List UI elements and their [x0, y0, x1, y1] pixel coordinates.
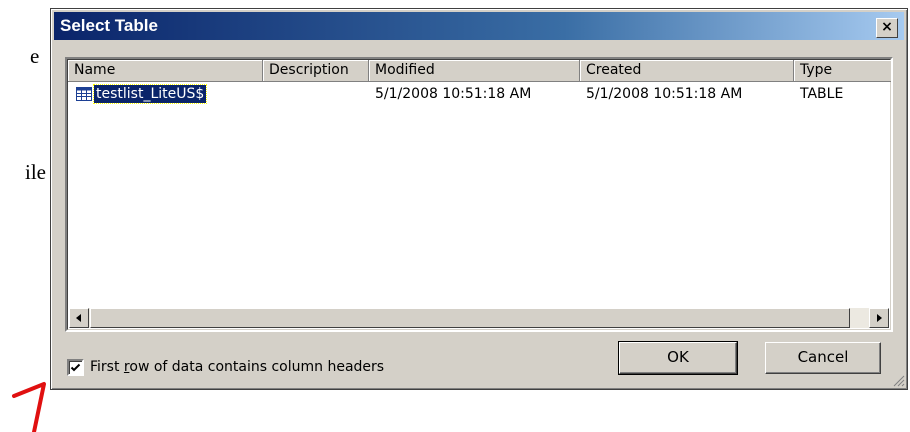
checkmark-icon [70, 363, 81, 371]
resize-grip-icon[interactable] [891, 373, 905, 387]
first-row-headers-option[interactable]: First row of data contains column header… [67, 357, 384, 377]
ok-button[interactable]: OK [618, 341, 738, 375]
column-header-created[interactable]: Created [580, 60, 794, 82]
column-header-description[interactable]: Description [263, 60, 369, 82]
first-row-headers-checkbox[interactable] [67, 358, 84, 376]
column-header-name[interactable]: Name [68, 60, 263, 82]
scroll-thumb[interactable] [90, 308, 850, 328]
table-name: testlist_LiteUS$ [92, 84, 208, 104]
created-cell: 5/1/2008 10:51:18 AM [586, 86, 743, 102]
close-button[interactable]: × [876, 18, 898, 38]
background-text-fragment: ile [25, 160, 46, 184]
table-list[interactable]: Name Description Modified Created Type t… [65, 57, 893, 332]
close-icon: × [881, 19, 893, 35]
cancel-button[interactable]: Cancel [765, 342, 881, 374]
arrow-right-icon [877, 314, 882, 322]
type-cell: TABLE [800, 86, 844, 102]
list-header: Name Description Modified Created Type [68, 60, 891, 82]
modified-cell: 5/1/2008 10:51:18 AM [375, 86, 532, 102]
name-cell[interactable]: testlist_LiteUS$ [76, 83, 208, 105]
background-text-fragment: e [30, 44, 40, 68]
table-icon [76, 87, 92, 101]
dialog-title: Select Table [60, 16, 158, 35]
label-part: ow of data contains column headers [129, 359, 385, 375]
column-header-type[interactable]: Type [794, 60, 891, 82]
column-header-modified[interactable]: Modified [369, 60, 580, 82]
arrow-left-icon [76, 314, 81, 322]
scroll-right-button[interactable] [869, 308, 889, 328]
first-row-headers-label: First row of data contains column header… [90, 359, 384, 375]
table-row[interactable]: testlist_LiteUS$ 5/1/2008 10:51:18 AM 5/… [68, 83, 890, 105]
dialog-titlebar[interactable]: Select Table × [54, 12, 904, 40]
horizontal-scrollbar[interactable] [69, 308, 889, 328]
label-part: First [90, 359, 124, 375]
select-table-dialog: Select Table × Name Description Modified… [50, 8, 908, 390]
scroll-left-button[interactable] [69, 308, 89, 328]
table-list-inner: Name Description Modified Created Type t… [67, 59, 891, 330]
